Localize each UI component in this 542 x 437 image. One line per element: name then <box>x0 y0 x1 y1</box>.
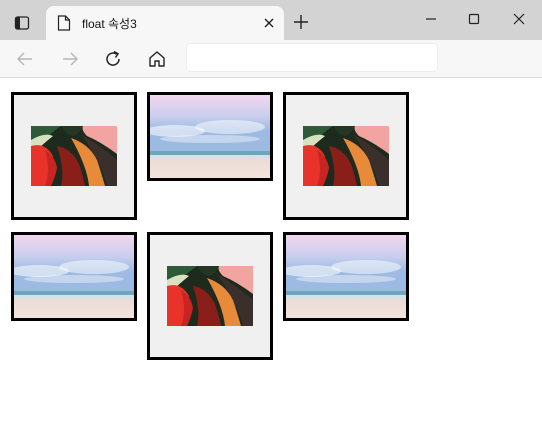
beach-photo-image <box>286 235 406 318</box>
maximize-icon[interactable] <box>465 10 483 28</box>
close-icon[interactable] <box>262 16 276 30</box>
close-window-icon[interactable] <box>510 10 528 28</box>
abstract-image-frame <box>283 92 409 220</box>
abstract-art-image <box>167 266 253 326</box>
forward-arrow-icon[interactable] <box>59 48 81 70</box>
back-arrow-icon[interactable] <box>14 48 36 70</box>
tab-strip: float 속성3 <box>0 0 542 40</box>
plus-icon[interactable] <box>292 13 310 31</box>
tab-actions-icon <box>14 16 30 30</box>
abstract-art-image <box>31 126 117 186</box>
refresh-icon[interactable] <box>102 48 124 70</box>
abstract-art-image <box>303 126 389 186</box>
abstract-image-frame <box>11 92 137 220</box>
page-content <box>0 78 542 437</box>
tab-title: float 속성3 <box>82 17 137 31</box>
beach-image-frame <box>11 232 137 321</box>
beach-image-frame <box>283 232 409 321</box>
address-bar[interactable] <box>186 43 438 72</box>
minimize-icon[interactable] <box>422 10 440 28</box>
home-icon[interactable] <box>146 48 168 70</box>
beach-photo-image <box>150 95 270 178</box>
page-icon <box>57 15 71 31</box>
tab-actions-button[interactable] <box>8 9 36 37</box>
abstract-image-frame <box>147 232 273 360</box>
navigation-toolbar <box>0 40 542 78</box>
beach-photo-image <box>14 235 134 318</box>
browser-tab[interactable]: float 속성3 <box>46 6 284 40</box>
beach-image-frame <box>147 92 273 181</box>
